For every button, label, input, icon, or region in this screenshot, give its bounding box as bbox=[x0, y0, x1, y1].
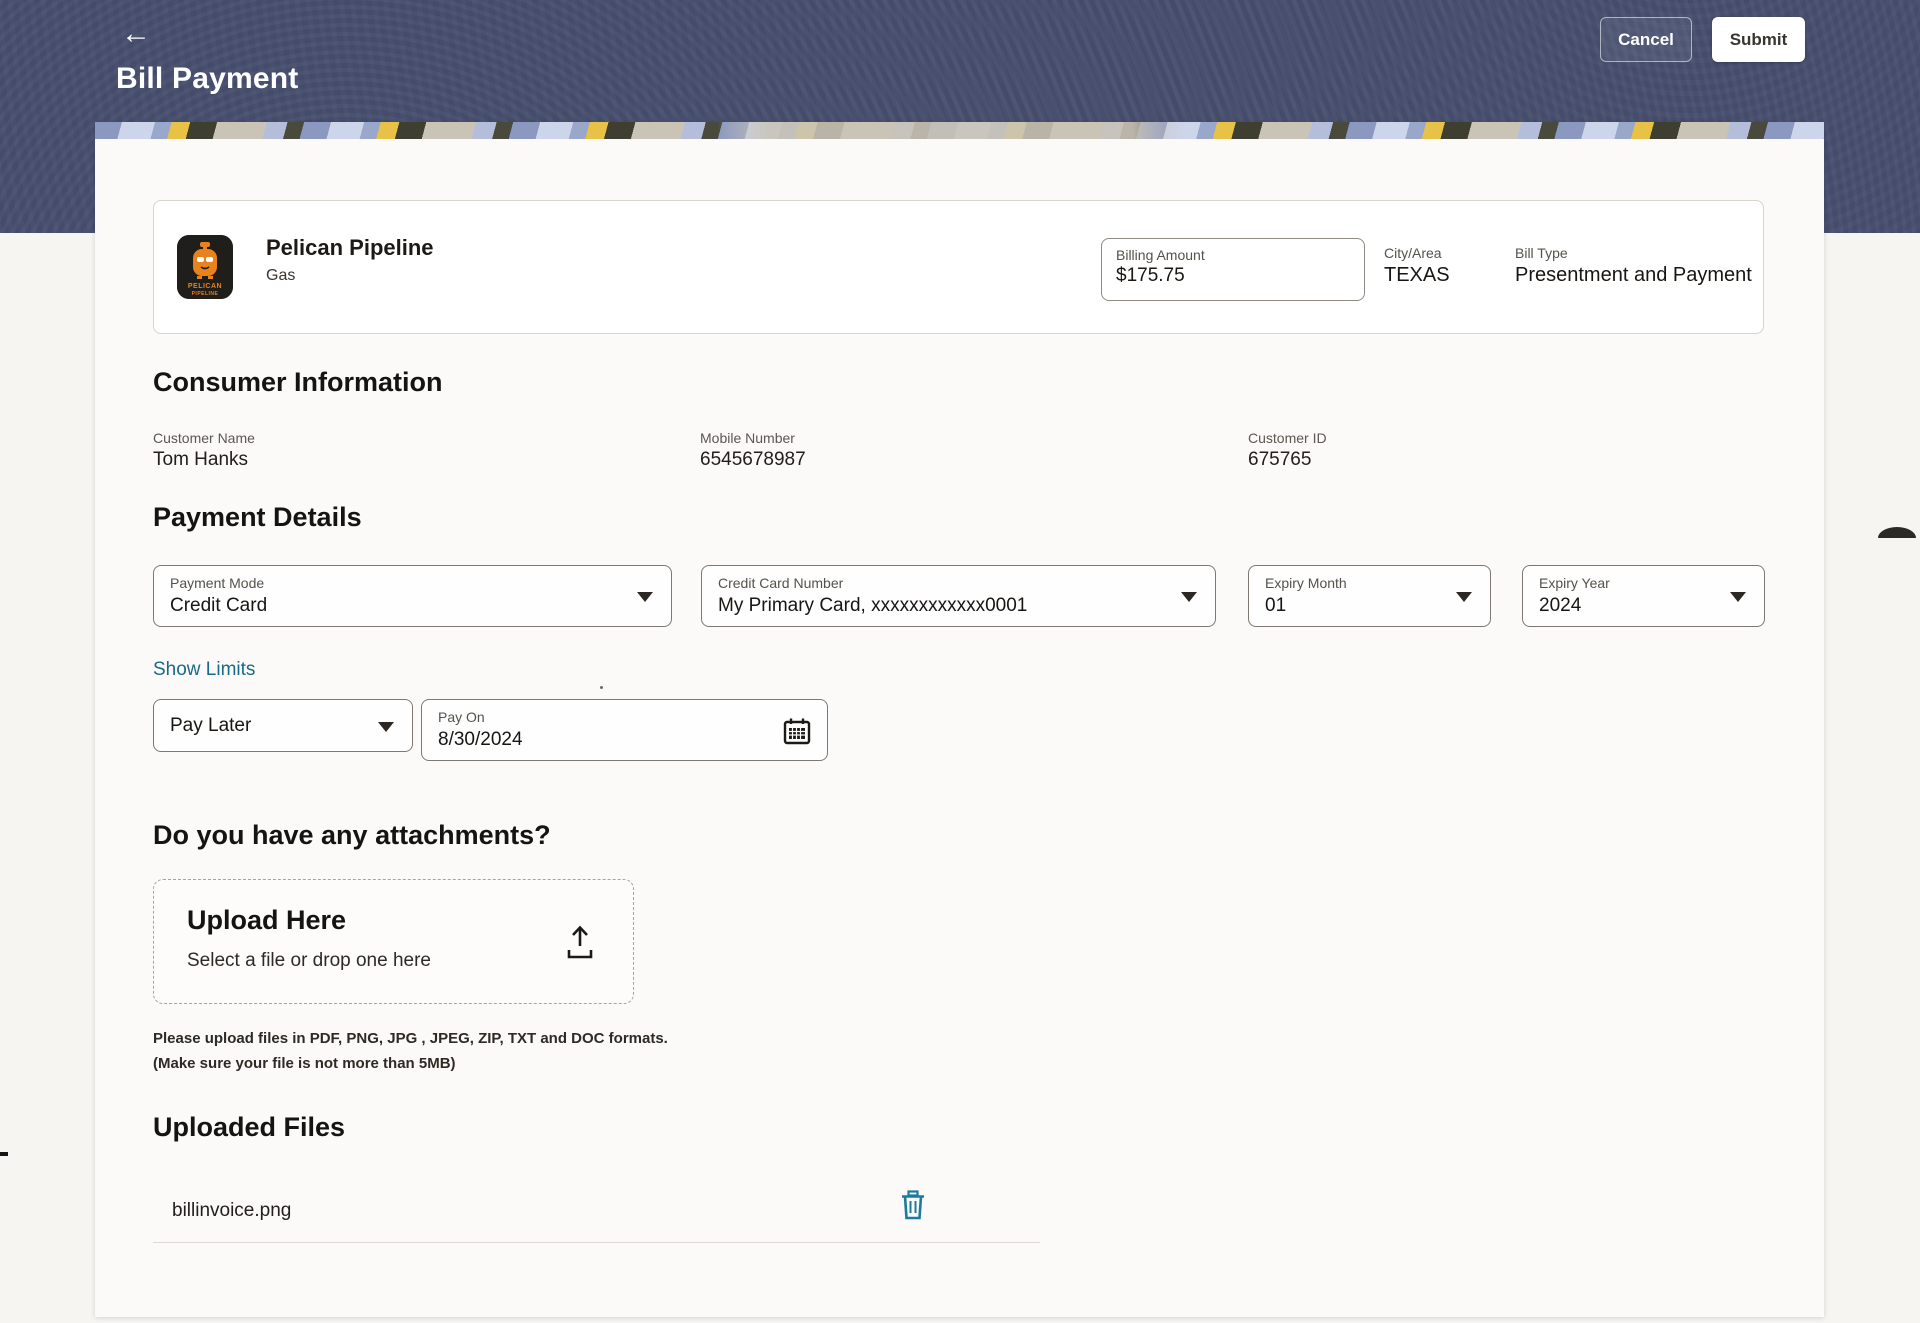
biller-logo: PELICAN PIPELINE bbox=[177, 235, 233, 299]
pay-on-label: Pay On bbox=[438, 709, 485, 725]
expiry-year-label: Expiry Year bbox=[1539, 575, 1610, 591]
payment-mode-label: Payment Mode bbox=[170, 575, 264, 591]
expiry-year-select[interactable]: Expiry Year 2024 bbox=[1522, 565, 1765, 627]
uploaded-file-name: billinvoice.png bbox=[172, 1200, 291, 1222]
screen-artifact-dash bbox=[0, 1152, 8, 1156]
chevron-down-icon bbox=[378, 722, 394, 732]
chevron-down-icon bbox=[1730, 592, 1746, 602]
upload-format-note-line1: Please upload files in PDF, PNG, JPG , J… bbox=[153, 1030, 668, 1047]
biller-summary-card: PELICAN PIPELINE Pelican Pipeline Gas Bi… bbox=[153, 200, 1764, 334]
svg-text:PELICAN: PELICAN bbox=[188, 283, 222, 290]
chevron-down-icon bbox=[1456, 592, 1472, 602]
payment-details-heading: Payment Details bbox=[153, 502, 362, 533]
biller-name: Pelican Pipeline bbox=[266, 235, 434, 261]
consumer-information-heading: Consumer Information bbox=[153, 367, 443, 398]
attachments-heading: Do you have any attachments? bbox=[153, 820, 551, 851]
svg-text:PIPELINE: PIPELINE bbox=[192, 291, 219, 297]
pay-option-select[interactable]: Pay Later bbox=[153, 699, 413, 752]
pay-on-date-field[interactable]: Pay On 8/30/2024 bbox=[421, 699, 828, 761]
customer-name-field: Customer Name Tom Hanks bbox=[153, 430, 255, 471]
page-title: Bill Payment bbox=[116, 62, 298, 96]
uploaded-files-heading: Uploaded Files bbox=[153, 1112, 345, 1143]
calendar-icon[interactable] bbox=[783, 717, 811, 745]
upload-format-note-line2: (Make sure your file is not more than 5M… bbox=[153, 1055, 456, 1072]
customer-name-value: Tom Hanks bbox=[153, 449, 255, 471]
expiry-month-value: 01 bbox=[1265, 595, 1286, 617]
credit-card-number-label: Credit Card Number bbox=[718, 575, 843, 591]
decorative-banner-image bbox=[95, 122, 1824, 139]
city-area-label: City/Area bbox=[1384, 245, 1450, 261]
biller-category: Gas bbox=[266, 267, 295, 285]
cancel-button[interactable]: Cancel bbox=[1600, 17, 1692, 62]
city-area-field: City/Area TEXAS bbox=[1384, 245, 1450, 287]
upload-title: Upload Here bbox=[187, 905, 346, 936]
back-button[interactable]: ← bbox=[118, 16, 154, 52]
credit-card-number-select[interactable]: Credit Card Number My Primary Card, xxxx… bbox=[701, 565, 1216, 627]
bill-type-value: Presentment and Payment bbox=[1515, 264, 1752, 287]
mobile-number-value: 6545678987 bbox=[700, 449, 806, 471]
bill-type-field: Bill Type Presentment and Payment bbox=[1515, 245, 1752, 287]
uploaded-file-row: billinvoice.png bbox=[153, 1182, 1040, 1242]
payment-mode-value: Credit Card bbox=[170, 595, 267, 617]
customer-id-field: Customer ID 675765 bbox=[1248, 430, 1327, 471]
billing-amount-value[interactable]: $175.75 bbox=[1116, 265, 1350, 287]
expiry-month-label: Expiry Month bbox=[1265, 575, 1347, 591]
mobile-number-field: Mobile Number 6545678987 bbox=[700, 430, 806, 471]
city-area-value: TEXAS bbox=[1384, 264, 1450, 287]
pay-option-value: Pay Later bbox=[170, 700, 251, 751]
pay-on-value[interactable]: 8/30/2024 bbox=[438, 729, 523, 751]
file-list-divider bbox=[153, 1242, 1040, 1243]
billing-amount-label: Billing Amount bbox=[1116, 247, 1350, 263]
upload-icon bbox=[563, 924, 597, 960]
trash-icon bbox=[900, 1190, 926, 1220]
bill-type-label: Bill Type bbox=[1515, 245, 1752, 261]
chevron-down-icon bbox=[1181, 592, 1197, 602]
pelican-pipeline-logo-icon: PELICAN PIPELINE bbox=[177, 235, 233, 299]
delete-file-button[interactable] bbox=[900, 1190, 926, 1220]
file-upload-dropzone[interactable]: Upload Here Select a file or drop one he… bbox=[153, 879, 634, 1004]
customer-name-label: Customer Name bbox=[153, 430, 255, 446]
bill-payment-card: PELICAN PIPELINE Pelican Pipeline Gas Bi… bbox=[95, 122, 1824, 1317]
upload-hint: Select a file or drop one here bbox=[187, 950, 431, 972]
payment-mode-select[interactable]: Payment Mode Credit Card bbox=[153, 565, 672, 627]
show-limits-link[interactable]: Show Limits bbox=[153, 659, 255, 681]
screen-artifact-semicircle bbox=[1878, 527, 1916, 538]
stray-pixel-artifact bbox=[600, 686, 603, 689]
chevron-down-icon bbox=[637, 592, 653, 602]
mobile-number-label: Mobile Number bbox=[700, 430, 806, 446]
customer-id-value: 675765 bbox=[1248, 449, 1327, 471]
expiry-year-value: 2024 bbox=[1539, 595, 1581, 617]
expiry-month-select[interactable]: Expiry Month 01 bbox=[1248, 565, 1491, 627]
billing-amount-field[interactable]: Billing Amount $175.75 bbox=[1101, 238, 1365, 301]
customer-id-label: Customer ID bbox=[1248, 430, 1327, 446]
submit-button[interactable]: Submit bbox=[1712, 17, 1805, 62]
credit-card-number-value: My Primary Card, xxxxxxxxxxxx0001 bbox=[718, 595, 1027, 617]
